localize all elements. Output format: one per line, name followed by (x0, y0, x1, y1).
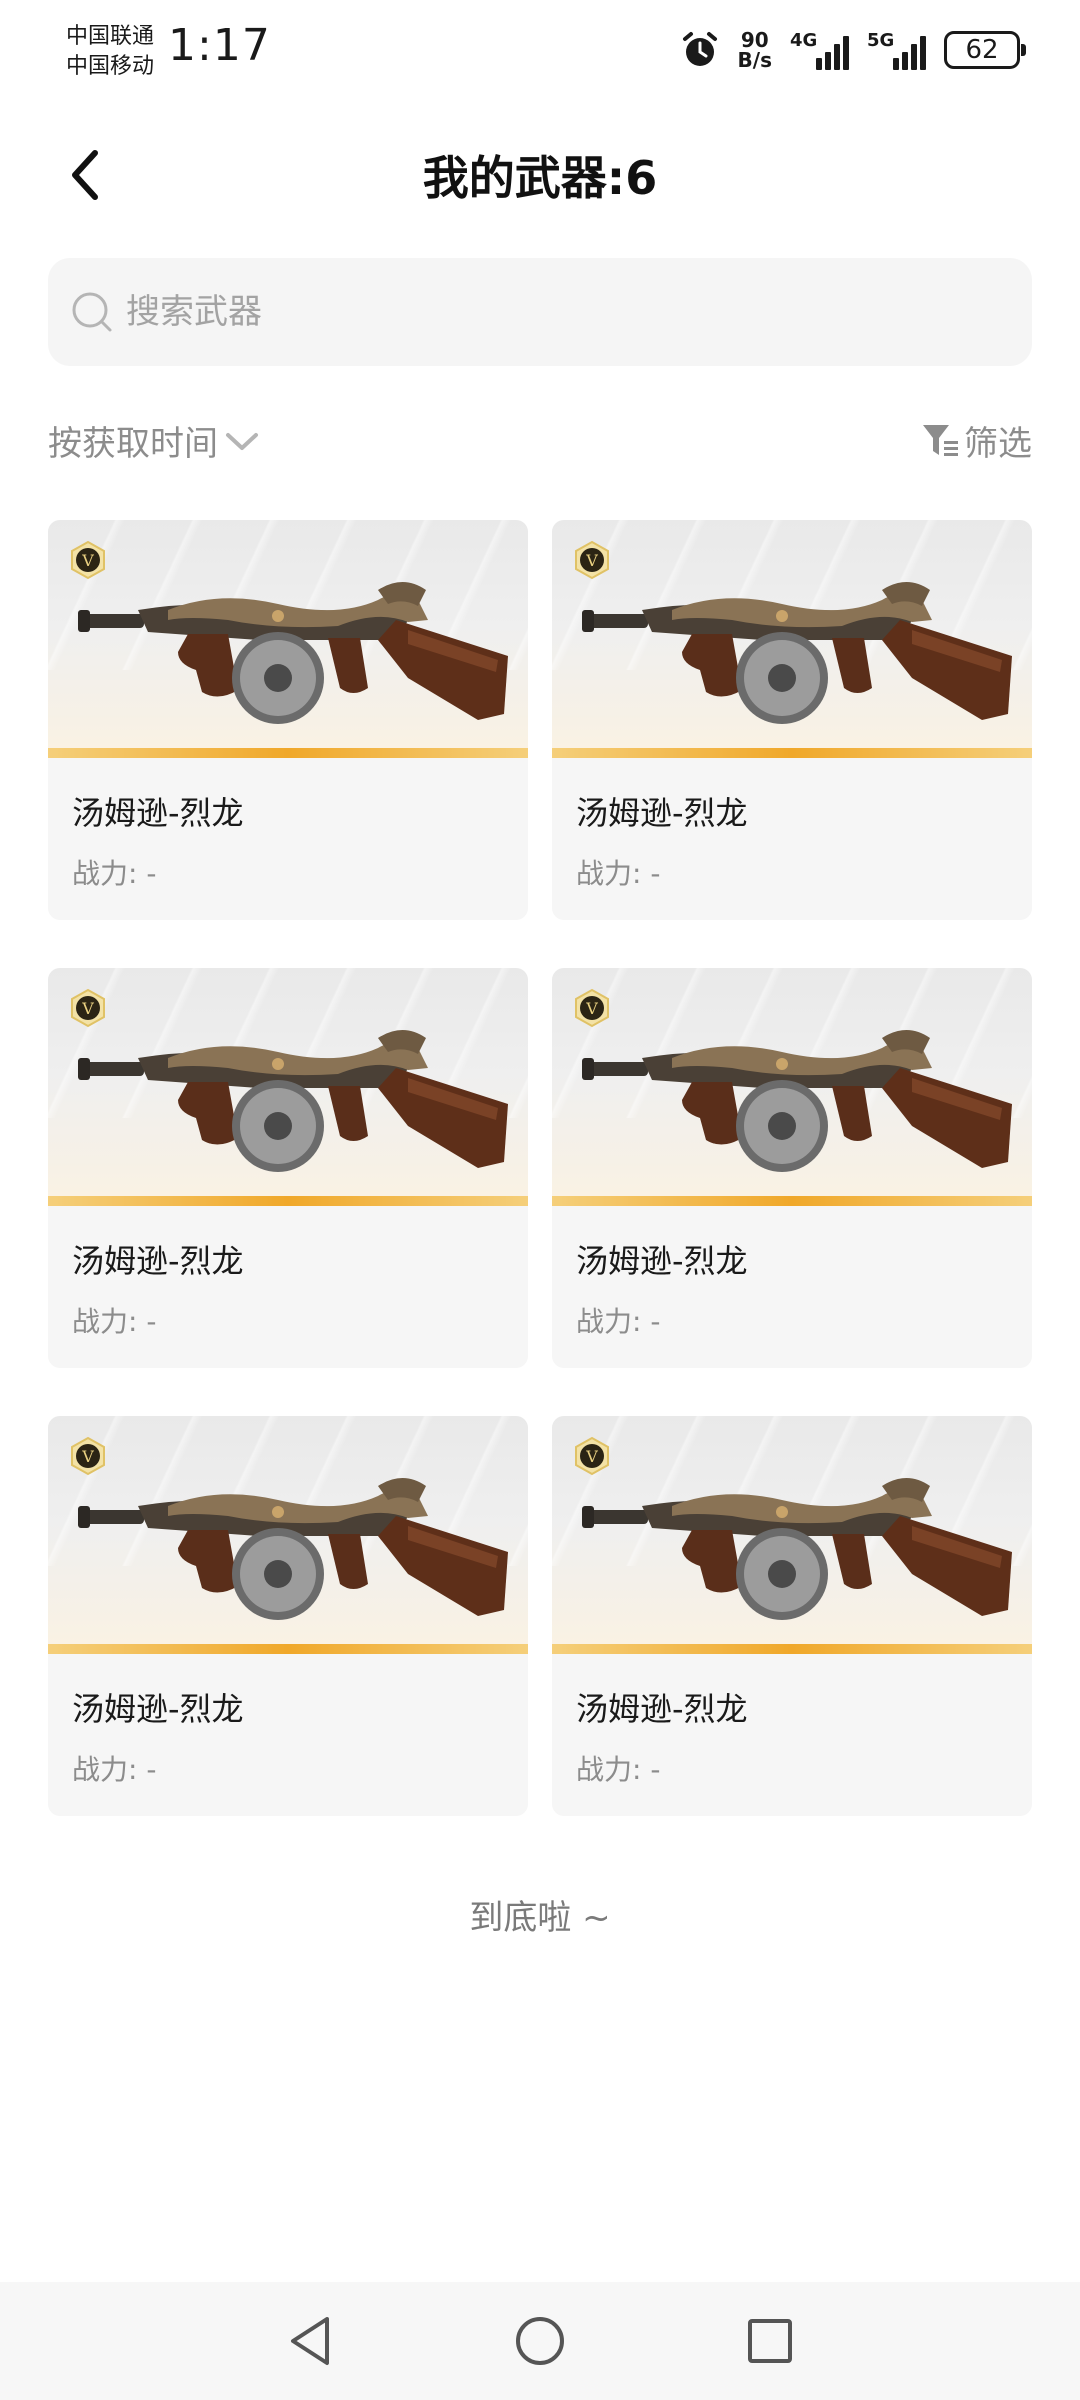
weapon-illustration (582, 1030, 1012, 1172)
weapon-name: 汤姆逊-烈龙 (72, 1690, 244, 1728)
status-icons: 90 B/s 4G 5G 62 (680, 26, 1026, 74)
weapon-illustration (582, 1478, 1012, 1620)
weapon-power: 战力: - (576, 1305, 661, 1338)
filter-label: 筛选 (964, 424, 1032, 464)
system-nav-bar (0, 2282, 1080, 2400)
weapon-power: 战力: - (576, 857, 661, 890)
weapon-power: 战力: - (72, 1305, 157, 1338)
page-title: 我的武器:6 (422, 151, 658, 205)
end-of-list-text: 到底啦 ~ (469, 1898, 611, 1938)
header: 我的武器:6 (0, 120, 1080, 230)
net-speed-unit: B/s (737, 48, 772, 72)
nav-home-button[interactable] (510, 2311, 570, 2371)
square-recents-icon (748, 2319, 792, 2363)
weapon-card[interactable]: V 汤姆逊-烈龙 战力: - (552, 520, 1032, 920)
clock: 1:17 (168, 20, 271, 71)
nav-recents-button[interactable] (740, 2311, 800, 2371)
chevron-down-icon (226, 432, 258, 450)
weapon-card[interactable]: V 汤姆逊-烈龙 战力: - (48, 1416, 528, 1816)
sort-filter-row: 按获取时间 筛选 (48, 410, 1032, 470)
weapon-illustration (78, 582, 508, 724)
weapon-name: 汤姆逊-烈龙 (576, 1690, 748, 1728)
nav-back-button[interactable] (280, 2311, 340, 2371)
search-input[interactable] (126, 292, 1032, 332)
weapon-card[interactable]: V 汤姆逊-烈龙 战力: - (552, 1416, 1032, 1816)
weapon-image: V (48, 1416, 528, 1654)
weapon-image: V (48, 968, 528, 1206)
weapon-image: V (552, 1416, 1032, 1654)
weapon-name: 汤姆逊-烈龙 (576, 794, 748, 832)
filter-button[interactable]: 筛选 (920, 416, 1032, 465)
weapon-illustration (78, 1030, 508, 1172)
weapon-name: 汤姆逊-烈龙 (72, 1242, 244, 1280)
carrier-info: 中国联通 中国移动 (66, 22, 154, 82)
alarm-icon (682, 32, 717, 66)
weapon-image: V (48, 520, 528, 758)
net-speed-value: 90 (740, 28, 769, 52)
battery-icon: 62 (944, 31, 1026, 69)
carrier-2: 中国移动 (66, 54, 155, 79)
weapon-card[interactable]: V 汤姆逊-烈龙 战力: - (552, 968, 1032, 1368)
weapon-card[interactable]: V 汤姆逊-烈龙 战力: - (48, 520, 528, 920)
search-box[interactable] (48, 258, 1032, 366)
signal-5g-icon: 5G (867, 30, 926, 70)
weapon-name: 汤姆逊-烈龙 (576, 1242, 748, 1280)
net-speed: 90 B/s (738, 30, 772, 70)
weapon-name: 汤姆逊-烈龙 (72, 794, 244, 832)
signal-4g-icon: 4G (790, 30, 849, 70)
circle-home-icon (516, 2317, 564, 2365)
weapon-illustration (78, 1478, 508, 1620)
filter-icon (923, 424, 958, 456)
triangle-back-icon (291, 2317, 329, 2365)
weapon-power: 战力: - (72, 857, 157, 890)
weapon-grid: V 汤姆逊-烈龙 战力: - V 汤姆逊-烈龙 战力: - V 汤姆逊-烈龙 战… (48, 520, 1032, 1816)
status-bar: 中国联通 中国移动 1:17 90 B/s 4G 5G 62 (0, 0, 1080, 100)
weapon-image: V (552, 520, 1032, 758)
weapon-image: V (552, 968, 1032, 1206)
signal-5g-label: 5G (867, 30, 895, 51)
weapon-illustration (582, 582, 1012, 724)
weapon-card[interactable]: V 汤姆逊-烈龙 战力: - (48, 968, 528, 1368)
weapon-power: 战力: - (576, 1753, 661, 1786)
carrier-1: 中国联通 (66, 24, 155, 49)
search-icon (72, 292, 112, 332)
weapon-power: 战力: - (72, 1753, 157, 1786)
signal-4g-label: 4G (790, 30, 818, 51)
sort-dropdown[interactable]: 按获取时间 (48, 416, 260, 465)
battery-level: 62 (965, 35, 999, 65)
sort-label: 按获取时间 (48, 424, 218, 464)
